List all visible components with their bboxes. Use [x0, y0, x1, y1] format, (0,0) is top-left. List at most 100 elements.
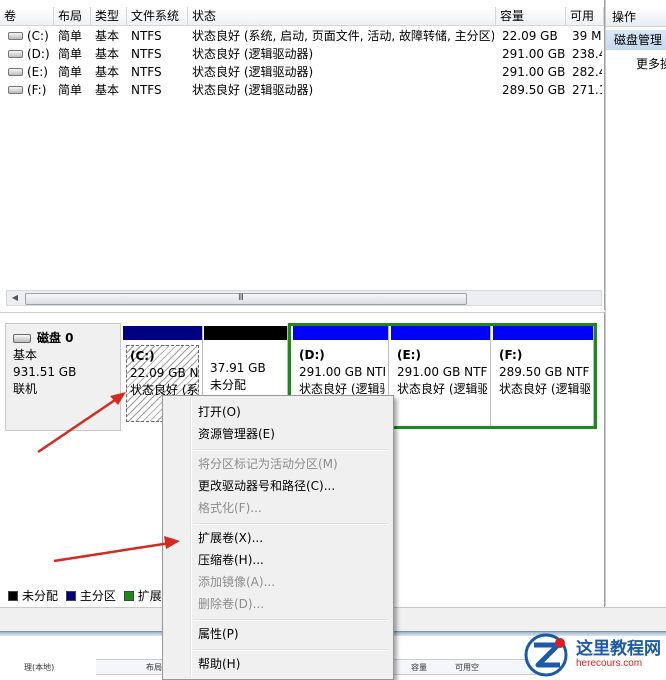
disk-legend: 未分配 主分区 扩展 — [8, 588, 162, 604]
partition-bar — [391, 326, 490, 340]
menu-item-extend-volume[interactable]: 扩展卷(X)... — [198, 528, 263, 548]
partition-bar — [123, 326, 202, 340]
partition-name: (F:) — [499, 348, 523, 362]
mini-col-free: 可用空 — [455, 663, 479, 672]
mini-tree-label: 理(本地) — [24, 663, 55, 672]
volume-type: 基本 — [95, 83, 120, 97]
volume-name: (C:) — [27, 29, 49, 43]
volume-layout: 简单 — [58, 29, 83, 43]
volume-free: 238.4 — [572, 47, 602, 61]
partition-body: (F:) 289.50 GB NTFS 状态良好 (逻辑驱动器) — [496, 345, 590, 422]
menu-item-open[interactable]: 打开(O) — [198, 402, 241, 422]
volume-capacity: 22.09 GB — [502, 29, 558, 43]
volume-filesystem: NTFS — [131, 47, 162, 61]
volume-capacity: 291.00 GB — [502, 65, 566, 79]
column-header-volume[interactable]: 卷 — [0, 7, 54, 26]
volume-name: (D:) — [27, 47, 50, 61]
partition-e[interactable]: (E:) 291.00 GB NTFS 状态良好 (逻辑驱动器) — [391, 326, 491, 426]
drive-icon — [8, 67, 23, 76]
menu-separator — [193, 523, 389, 525]
horizontal-scrollbar[interactable]: ◀ III — [6, 290, 602, 306]
scroll-left-arrow-icon[interactable]: ◀ — [7, 291, 23, 305]
disk-type: 基本 — [13, 348, 38, 362]
partition-name: (E:) — [397, 348, 421, 362]
menu-item-delete-volume[interactable]: 删除卷(D)... — [198, 594, 264, 614]
action-more-actions[interactable]: 更多操作 — [636, 55, 666, 72]
watermark-text: 这里教程网 — [576, 639, 661, 659]
drive-icon — [8, 49, 23, 58]
watermark: 这里教程网 herecours.com — [518, 631, 666, 678]
partition-bar — [293, 326, 388, 340]
partition-name: (C:) — [130, 349, 155, 363]
column-header-layout[interactable]: 布局 — [54, 7, 91, 26]
legend-label-primary: 主分区 — [79, 589, 116, 603]
drive-icon — [8, 31, 23, 40]
partition-body: (E:) 291.00 GB NTFS 状态良好 (逻辑驱动器) — [394, 345, 487, 422]
column-header-type[interactable]: 类型 — [91, 7, 127, 26]
column-header-capacity[interactable]: 容量 — [496, 7, 566, 26]
legend-swatch-primary — [65, 591, 76, 601]
volume-row-e[interactable]: (E:) 简单 基本 NTFS 状态良好 (逻辑驱动器) 291.00 GB 2… — [0, 63, 604, 81]
volume-name: (F:) — [27, 83, 47, 97]
volume-row-d[interactable]: (D:) 简单 基本 NTFS 状态良好 (逻辑驱动器) 291.00 GB 2… — [0, 45, 604, 63]
disk-0-info[interactable]: 磁盘 0 基本 931.51 GB 联机 — [5, 323, 121, 431]
volume-type: 基本 — [95, 65, 120, 79]
menu-item-change-drive-letter[interactable]: 更改驱动器号和路径(C)... — [198, 476, 335, 496]
volume-status: 状态良好 (逻辑驱动器) — [192, 47, 314, 61]
action-disk-management[interactable]: 磁盘管理 — [606, 30, 666, 50]
disk-state: 联机 — [13, 382, 38, 396]
partition-size: 291.00 GB NTFS — [299, 365, 385, 379]
mini-col-capacity: 容量 — [411, 663, 427, 672]
volume-row-f[interactable]: (F:) 简单 基本 NTFS 状态良好 (逻辑驱动器) 289.50 GB 2… — [0, 81, 604, 99]
disk-size: 931.51 GB — [13, 365, 77, 379]
menu-item-properties[interactable]: 属性(P) — [198, 624, 239, 644]
volume-type: 基本 — [95, 47, 120, 61]
mini-col-layout: 布局 — [146, 663, 162, 672]
partition-bar — [204, 326, 287, 340]
partition-size: 291.00 GB NTFS — [397, 365, 487, 379]
watermark-logo-icon — [524, 633, 568, 677]
menu-separator — [193, 449, 389, 451]
partition-status: 状态良好 (逻辑驱动器) — [397, 382, 487, 396]
actions-pane: 操作 磁盘管理 更多操作 — [605, 0, 666, 606]
legend-swatch-unallocated — [8, 591, 18, 601]
disk-name: 磁盘 0 — [37, 331, 74, 345]
volume-layout: 简单 — [58, 65, 83, 79]
menu-item-format[interactable]: 格式化(F)... — [198, 498, 262, 518]
column-header-status[interactable]: 状态 — [188, 7, 496, 26]
menu-item-mark-active[interactable]: 将分区标记为活动分区(M) — [198, 454, 338, 474]
volume-status: 状态良好 (逻辑驱动器) — [192, 83, 314, 97]
partition-f[interactable]: (F:) 289.50 GB NTFS 状态良好 (逻辑驱动器) — [493, 326, 594, 426]
volume-row-c[interactable]: (C:) 简单 基本 NTFS 状态良好 (系统, 启动, 页面文件, 活动, … — [0, 27, 604, 45]
menu-item-explorer[interactable]: 资源管理器(E) — [198, 424, 275, 444]
volume-capacity: 291.00 GB — [502, 47, 566, 61]
volume-name: (E:) — [27, 65, 48, 79]
context-menu: 打开(O) 资源管理器(E) 将分区标记为活动分区(M) 更改驱动器号和路径(C… — [162, 395, 394, 680]
column-header-free[interactable]: 可用 — [566, 7, 604, 26]
volume-capacity: 289.50 GB — [502, 83, 566, 97]
menu-separator — [193, 649, 389, 651]
hard-disk-icon — [13, 334, 31, 343]
volume-filesystem: NTFS — [131, 29, 162, 43]
partition-bar — [493, 326, 593, 340]
volume-layout: 简单 — [58, 47, 83, 61]
volume-free: 282.4 — [572, 65, 602, 79]
partition-size: 22.09 GB NTFS — [130, 366, 199, 380]
volume-filesystem: NTFS — [131, 83, 162, 97]
volume-free: 271.1 — [572, 83, 602, 97]
menu-item-help[interactable]: 帮助(H) — [198, 654, 240, 674]
legend-swatch-extended — [123, 591, 134, 601]
menu-item-shrink-volume[interactable]: 压缩卷(H)... — [198, 550, 264, 570]
actions-title: 操作 — [606, 7, 666, 27]
volume-list-header: 卷 布局 类型 文件系统 状态 容量 可用 — [0, 7, 604, 27]
menu-icon-strip — [190, 398, 192, 677]
legend-label-extended: 扩展 — [137, 589, 162, 603]
partition-status: 未分配 — [210, 378, 247, 392]
menu-item-add-mirror[interactable]: 添加镜像(A)... — [198, 572, 275, 592]
partition-status: 状态良好 (逻辑驱动器) — [499, 382, 590, 396]
scroll-thumb[interactable]: III — [25, 293, 467, 305]
volume-free: 39 M — [572, 29, 602, 43]
scroll-grip-icon: III — [238, 293, 244, 303]
column-header-filesystem[interactable]: 文件系统 — [127, 7, 188, 26]
volume-status: 状态良好 (系统, 启动, 页面文件, 活动, 故障转储, 主分区) — [192, 29, 494, 43]
